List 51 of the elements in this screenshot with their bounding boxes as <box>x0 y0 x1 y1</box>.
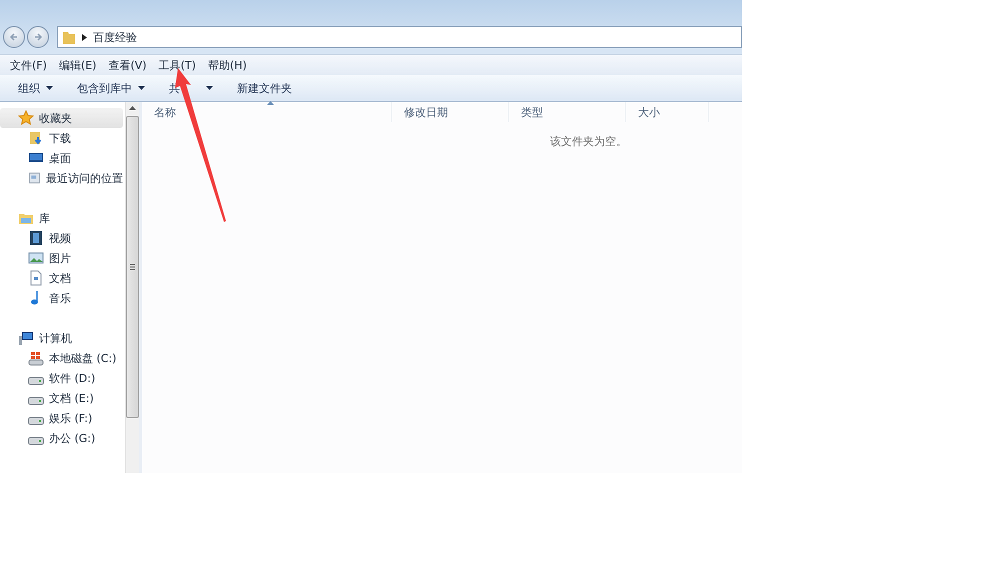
nav-item[interactable]: 最近访问的位置 <box>0 168 123 188</box>
menu-item[interactable]: 帮助(H) <box>202 58 253 72</box>
nav-item[interactable]: 娱乐 (F:) <box>0 408 123 428</box>
back-arrow-icon <box>9 32 19 42</box>
recent-places-icon <box>28 170 41 186</box>
drive-icon <box>28 397 44 405</box>
computer-icon <box>18 330 34 346</box>
nav-item[interactable]: 图片 <box>0 248 123 268</box>
nav-group[interactable]: 计算机 <box>0 328 123 348</box>
document-icon <box>28 270 44 286</box>
image-icon <box>28 250 44 266</box>
drive-icon <box>28 377 44 385</box>
nav-item[interactable]: 文档 (E:) <box>0 388 123 408</box>
nav-item[interactable]: 视频 <box>0 228 123 248</box>
folder-icon <box>62 29 76 45</box>
drive-icon <box>28 437 44 445</box>
scroll-up-icon <box>129 106 136 110</box>
nav-item[interactable]: 软件 (D:) <box>0 368 123 388</box>
menu-item[interactable]: 文件(F) <box>4 58 53 72</box>
nav-item[interactable]: 办公 (G:) <box>0 428 123 448</box>
nav-item[interactable]: 本地磁盘 (C:) <box>0 348 123 368</box>
breadcrumb[interactable]: 百度经验 <box>93 30 137 44</box>
forward-button[interactable] <box>27 26 49 48</box>
film-icon <box>28 230 44 246</box>
column-header[interactable]: 大小 <box>626 102 709 122</box>
nav-item[interactable]: 音乐 <box>0 288 123 308</box>
nav-item[interactable]: 下载 <box>0 128 123 148</box>
star-icon <box>18 110 34 126</box>
system-drive-icon <box>28 350 44 366</box>
sort-arrow-icon <box>266 101 274 105</box>
toolbar-button[interactable]: 组织 <box>8 78 63 98</box>
nav-item[interactable]: 桌面 <box>0 148 123 168</box>
nav-item[interactable]: 文档 <box>0 268 123 288</box>
forward-arrow-icon <box>33 32 43 42</box>
empty-folder-message: 该文件夹为空。 <box>549 134 628 149</box>
address-bar[interactable]: 百度经验 <box>57 26 742 48</box>
back-button[interactable] <box>3 26 25 48</box>
toolbar-button[interactable]: 包含到库中 <box>67 78 155 98</box>
scrollbar[interactable] <box>125 102 139 473</box>
nav-group[interactable]: 库 <box>0 208 123 228</box>
menu-item[interactable]: 工具(T) <box>152 58 202 72</box>
column-header[interactable]: 类型 <box>509 102 626 122</box>
nav-group[interactable]: 收藏夹 <box>0 108 123 128</box>
folder-download-icon <box>28 130 44 146</box>
toolbar-button[interactable]: 新建文件夹 <box>227 78 302 98</box>
drive-icon <box>28 417 44 425</box>
menu-item[interactable]: 查看(V) <box>102 58 153 72</box>
column-header[interactable]: 修改日期 <box>392 102 509 122</box>
menu-item[interactable]: 编辑(E) <box>52 58 102 72</box>
chevron-icon <box>82 34 87 40</box>
grip-icon <box>130 264 135 270</box>
